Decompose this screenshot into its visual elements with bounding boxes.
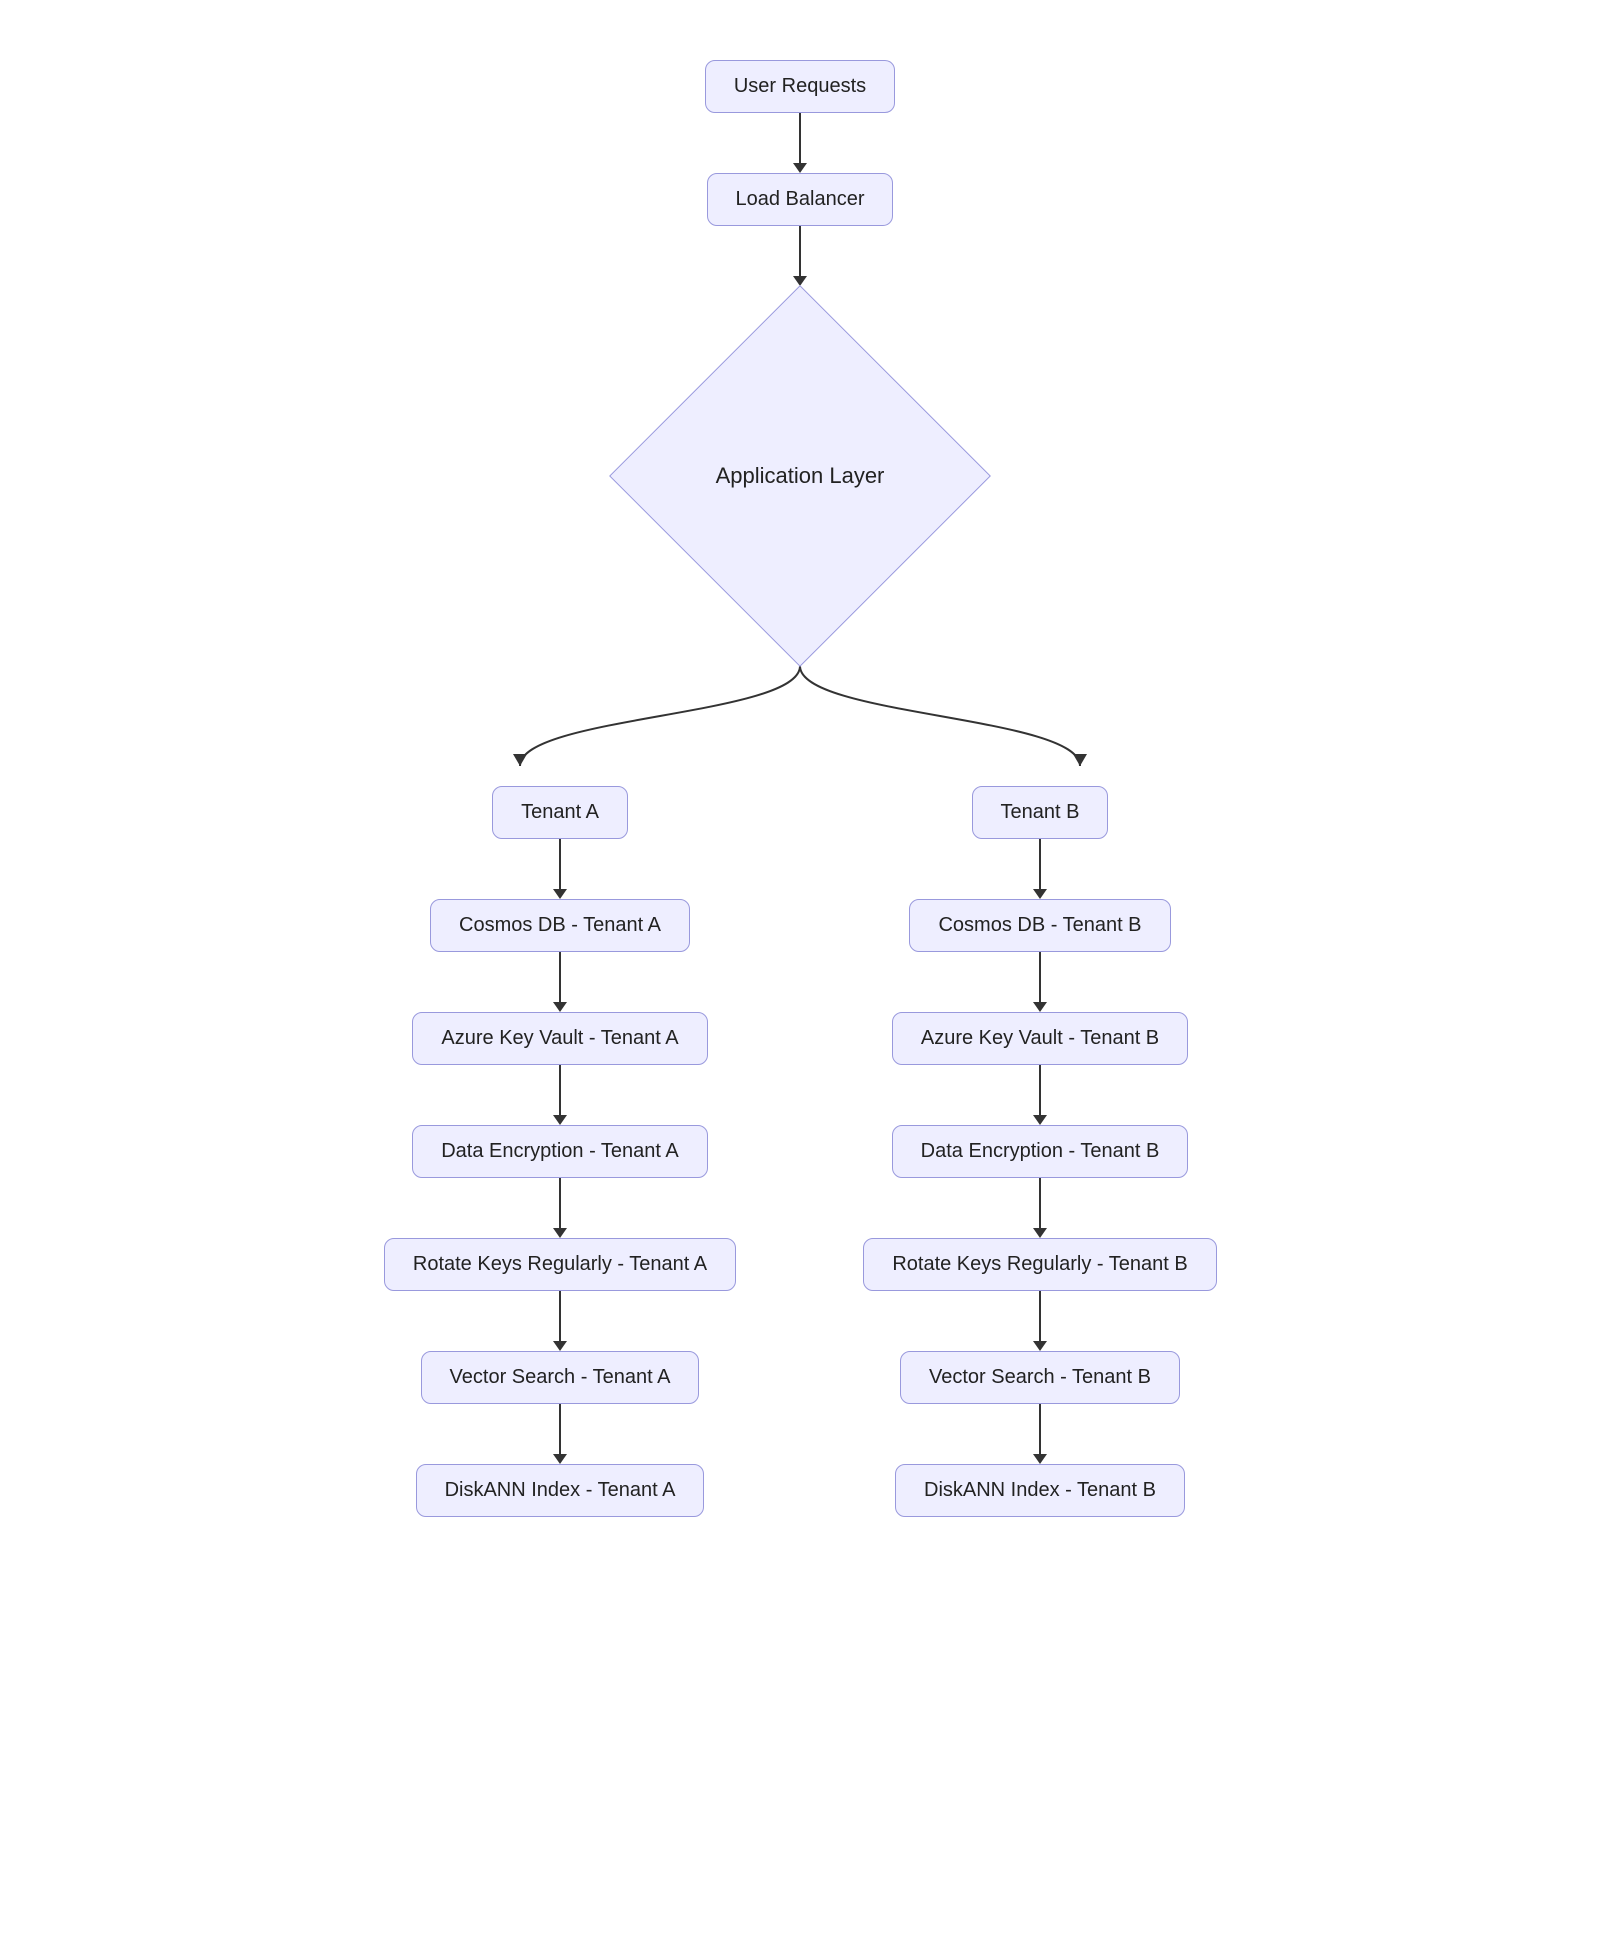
node-keyvault-a: Azure Key Vault - Tenant A [412,1012,707,1065]
node-user-requests: User Requests [705,60,895,113]
split-branches: Tenant A Cosmos DB - Tenant A Azure Key … [290,786,1310,1517]
node-keyvault-b: Azure Key Vault - Tenant B [892,1012,1188,1065]
arrow-b-3 [1033,1065,1047,1125]
flowchart-diagram: User Requests Load Balancer Application … [250,0,1350,1577]
node-rotate-b: Rotate Keys Regularly - Tenant B [863,1238,1216,1291]
arrow-a-1 [553,839,567,899]
node-load-balancer: Load Balancer [707,173,894,226]
node-encryption-a: Data Encryption - Tenant A [412,1125,708,1178]
node-encryption-b: Data Encryption - Tenant B [892,1125,1189,1178]
arrow-b-1 [1033,839,1047,899]
arrow-b-2 [1033,952,1047,1012]
arrow-a-5 [553,1291,567,1351]
node-cosmos-b: Cosmos DB - Tenant B [909,899,1170,952]
arrow-a-6 [553,1404,567,1464]
node-application-layer-diamond [609,285,991,667]
node-tenant-b: Tenant B [972,786,1109,839]
node-tenant-a: Tenant A [492,786,628,839]
split-arrows-svg [300,666,1300,786]
node-vector-b: Vector Search - Tenant B [900,1351,1180,1404]
arrow-b-6 [1033,1404,1047,1464]
node-vector-a: Vector Search - Tenant A [421,1351,700,1404]
node-diskann-b: DiskANN Index - Tenant B [895,1464,1185,1517]
node-cosmos-a: Cosmos DB - Tenant A [430,899,690,952]
arrow-b-4 [1033,1178,1047,1238]
arrow-a-3 [553,1065,567,1125]
arrow-user-to-lb [793,113,807,173]
arrow-a-4 [553,1178,567,1238]
node-diskann-a: DiskANN Index - Tenant A [416,1464,705,1517]
arrow-lb-to-app [793,226,807,286]
arrow-a-2 [553,952,567,1012]
node-application-layer-wrapper: Application Layer [610,286,990,666]
node-rotate-a: Rotate Keys Regularly - Tenant A [384,1238,736,1291]
branch-tenant-b: Tenant B Cosmos DB - Tenant B Azure Key … [800,786,1280,1517]
branch-tenant-a: Tenant A Cosmos DB - Tenant A Azure Key … [320,786,800,1517]
arrow-b-5 [1033,1291,1047,1351]
